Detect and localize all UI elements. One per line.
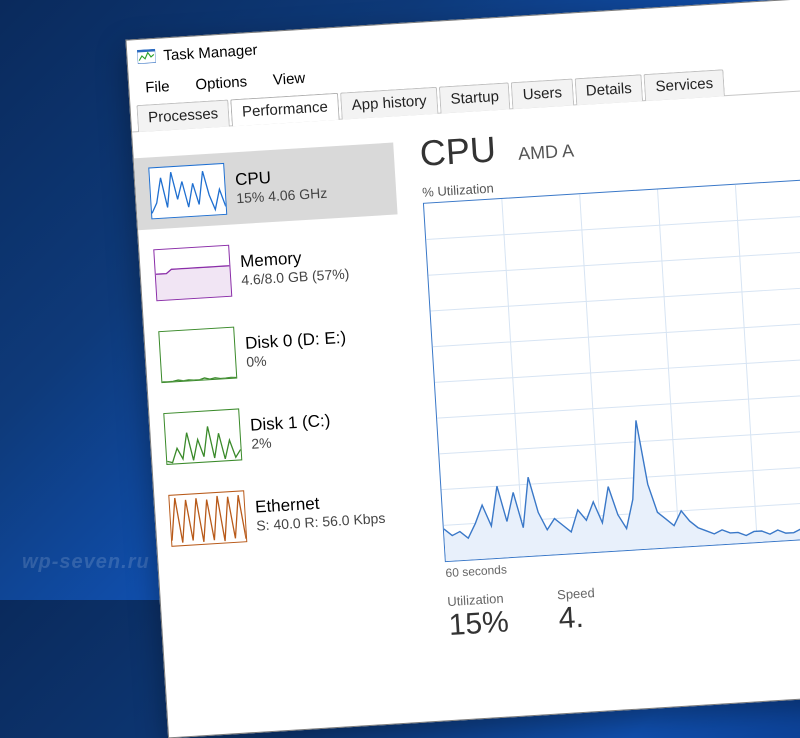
sidebar-item-cpu[interactable]: CPU 15% 4.06 GHz	[134, 143, 398, 231]
main-subtitle: AMD A	[518, 141, 575, 165]
memory-thumb-chart	[153, 245, 232, 302]
task-manager-window: Task Manager File Options View Processes…	[125, 0, 800, 738]
stat-speed-value: 4.	[558, 600, 598, 636]
tab-processes[interactable]: Processes	[136, 100, 230, 133]
main-panel: CPU AMD A % Utilization 60 seconds Utili…	[392, 83, 800, 722]
window-title: Task Manager	[163, 41, 258, 64]
cpu-utilization-chart	[423, 174, 800, 562]
task-manager-icon	[137, 49, 156, 64]
tab-details[interactable]: Details	[574, 74, 643, 105]
sidebar-item-sub: 2%	[251, 431, 332, 453]
content-area: CPU 15% 4.06 GHz Memory 4.6/8.0 GB (57%)…	[132, 83, 800, 738]
disk1-thumb-chart	[163, 408, 242, 465]
sidebar-item-ethernet[interactable]: Ethernet S: 40.0 R: 56.0 Kbps	[154, 470, 418, 558]
performance-sidebar: CPU 15% 4.06 GHz Memory 4.6/8.0 GB (57%)…	[132, 117, 429, 738]
cpu-thumb-chart	[148, 163, 227, 220]
ethernet-thumb-chart	[168, 490, 247, 547]
stat-utilization-value: 15%	[448, 605, 510, 643]
main-title: CPU	[419, 128, 497, 175]
menu-file[interactable]: File	[141, 75, 174, 98]
disk0-thumb-chart	[158, 327, 237, 384]
menu-view[interactable]: View	[268, 67, 309, 90]
tab-users[interactable]: Users	[511, 78, 574, 109]
tab-services[interactable]: Services	[644, 69, 725, 101]
tab-startup[interactable]: Startup	[439, 82, 511, 113]
sidebar-item-disk0[interactable]: Disk 0 (D: E:) 0%	[144, 306, 408, 394]
sidebar-item-disk1[interactable]: Disk 1 (C:) 2%	[149, 388, 413, 476]
sidebar-item-memory[interactable]: Memory 4.6/8.0 GB (57%)	[139, 224, 403, 312]
menu-options[interactable]: Options	[191, 71, 252, 96]
desktop: Task Manager File Options View Processes…	[0, 0, 800, 600]
